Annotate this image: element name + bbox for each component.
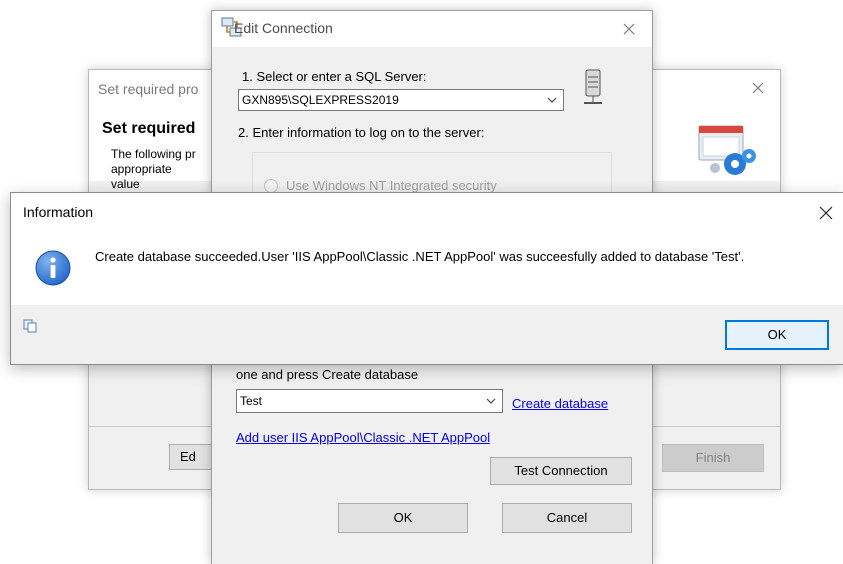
edit-connection-title: Edit Connection — [234, 20, 333, 36]
test-connection-button[interactable]: Test Connection — [490, 457, 632, 485]
settings-art-icon — [698, 125, 756, 175]
information-title: Information — [23, 204, 94, 220]
cancel-button[interactable]: Cancel — [502, 503, 632, 533]
information-message: Create database succeeded.User 'IIS AppP… — [95, 249, 745, 264]
close-icon[interactable] — [617, 17, 641, 41]
chevron-down-icon[interactable] — [484, 394, 498, 408]
server-icon — [584, 69, 602, 104]
database-combobox[interactable]: Test — [236, 389, 503, 413]
server-combobox[interactable]: GXN895\SQLEXPRESS2019 — [238, 89, 564, 111]
copy-icon[interactable] — [23, 319, 37, 333]
wizard-description: The following pr appropriate value — [111, 147, 196, 191]
add-user-link[interactable]: Add user IIS AppPool\Classic .NET AppPoo… — [236, 430, 490, 445]
wizard-title: Set required pro — [98, 81, 199, 97]
database-value: Test — [240, 394, 263, 408]
ok-button[interactable]: OK — [338, 503, 468, 533]
create-database-link[interactable]: Create database — [512, 396, 608, 411]
information-titlebar — [11, 193, 843, 231]
information-dialog: Information Create database succeeded.Us… — [10, 192, 843, 365]
info-icon — [35, 250, 71, 286]
wizard-heading: Set required — [102, 120, 196, 137]
server-value: GXN895\SQLEXPRESS2019 — [242, 93, 399, 107]
chevron-down-icon[interactable] — [545, 93, 559, 107]
windows-auth-radio[interactable] — [264, 179, 278, 193]
windows-auth-label: Use Windows NT Integrated security — [286, 178, 497, 193]
message-area — [11, 231, 843, 305]
logon-info-label: 2. Enter information to log on to the se… — [238, 125, 485, 140]
ok-button[interactable]: OK — [725, 320, 829, 350]
select-database-label: one and press Create database — [236, 367, 419, 382]
close-icon[interactable] — [815, 202, 837, 224]
select-server-label: 1. Select or enter a SQL Server: — [242, 69, 427, 84]
close-icon[interactable] — [746, 76, 770, 100]
finish-button[interactable]: Finish — [662, 444, 764, 472]
